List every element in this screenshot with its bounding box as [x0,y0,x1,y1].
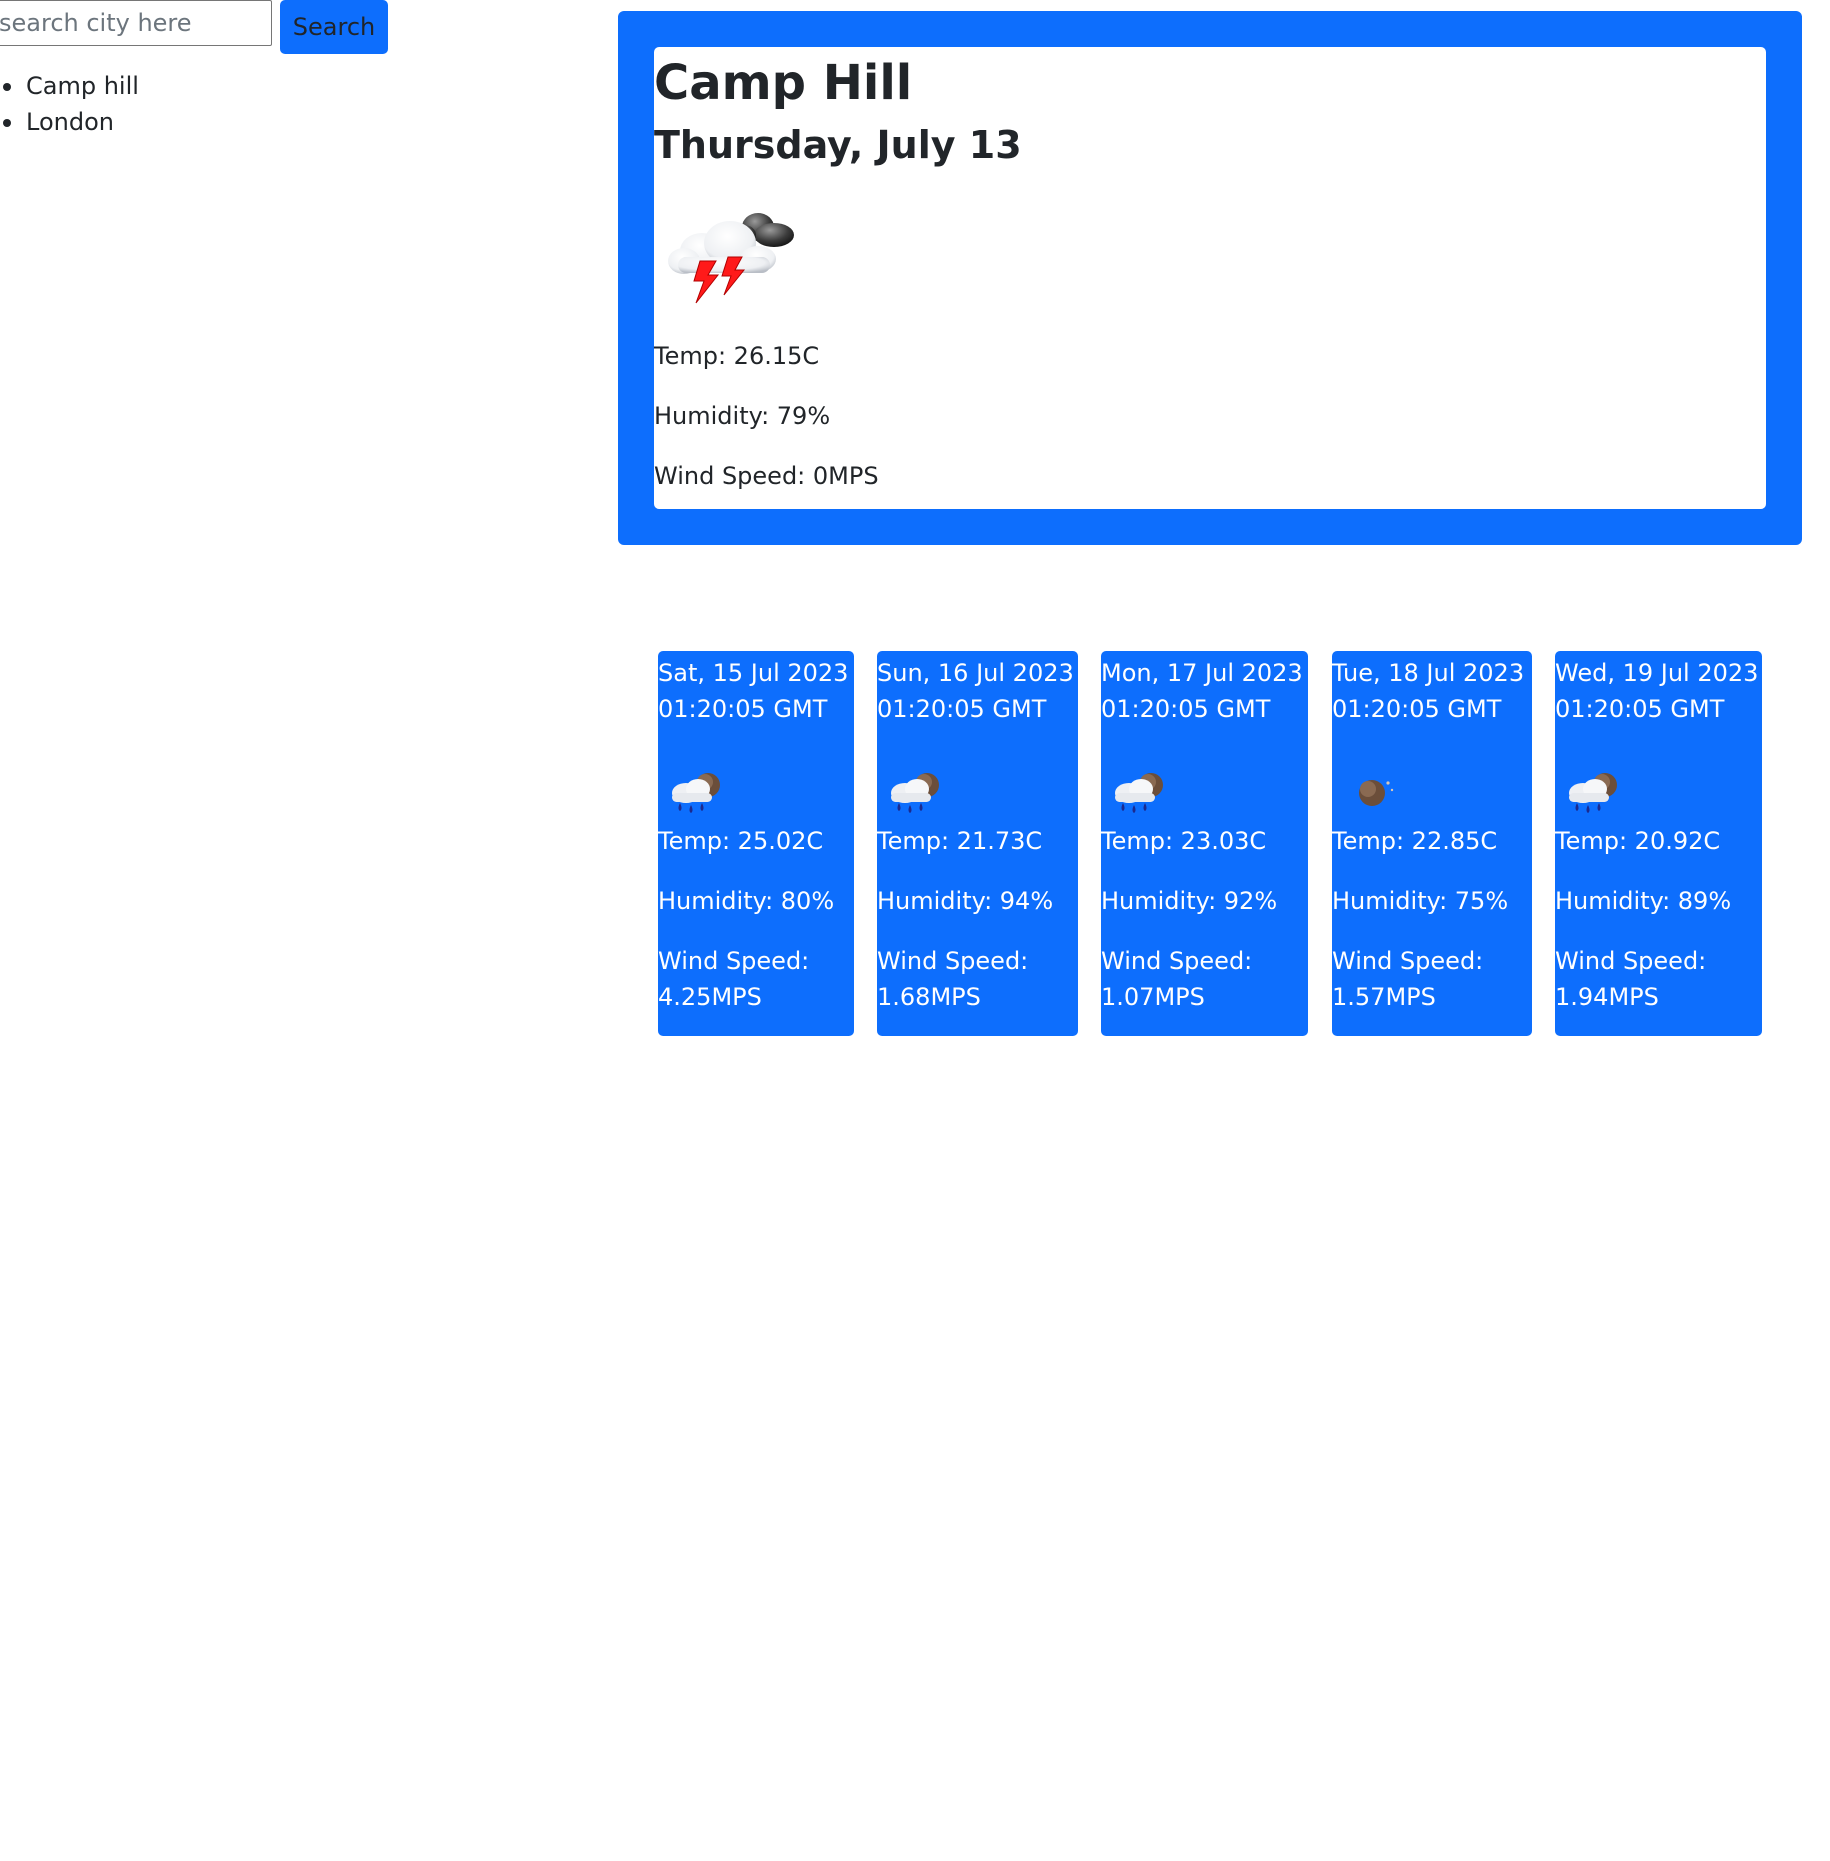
rain-cloud-icon [672,773,720,813]
forecast-card: Sat, 15 Jul 2023 01:20:05 GMT Temp: 25.0… [658,651,854,1036]
current-weather-body: Camp Hill Thursday, July 13 Temp: 26.15C… [654,47,1766,509]
forecast-date: Sat, 15 Jul 2023 [658,659,849,687]
forecast-time: 01:20:05 GMT [658,695,828,723]
forecast-card: Tue, 18 Jul 2023 01:20:05 GMT Temp: 22.8… [1332,651,1532,1036]
moon-icon [1359,780,1394,806]
forecast-temp: Temp: 21.73C [877,827,1043,855]
current-weather-card: Camp Hill Thursday, July 13 Temp: 26.15C… [618,11,1802,545]
forecast-wind-label: Wind Speed: [877,947,1029,975]
search-history-list: Camp hill London [0,68,139,140]
rain-cloud-icon [1569,773,1617,813]
forecast-temp: Temp: 20.92C [1555,827,1721,855]
current-humidity: Humidity: 79% [654,402,831,430]
forecast-wind-label: Wind Speed: [658,947,810,975]
forecast-wind-value: 1.57MPS [1332,983,1436,1011]
city-name: Camp Hill [654,55,913,111]
forecast-time: 01:20:05 GMT [1555,695,1725,723]
forecast-card: Wed, 19 Jul 2023 01:20:05 GMT Temp: 20.9… [1555,651,1762,1036]
forecast-humidity: Humidity: 89% [1555,887,1732,915]
forecast-temp: Temp: 23.03C [1101,827,1267,855]
forecast-humidity: Humidity: 92% [1101,887,1278,915]
rain-cloud-icon [891,773,939,813]
forecast-date: Mon, 17 Jul 2023 [1101,659,1303,687]
search-button[interactable]: Search [280,0,388,54]
forecast-card: Mon, 17 Jul 2023 01:20:05 GMT Temp: 23.0… [1101,651,1308,1036]
forecast-time: 01:20:05 GMT [1332,695,1502,723]
current-temp: Temp: 26.15C [654,342,820,370]
forecast-card: Sun, 16 Jul 2023 01:20:05 GMT Temp: 21.7… [877,651,1078,1036]
forecast-time: 01:20:05 GMT [1101,695,1271,723]
forecast-wind-label: Wind Speed: [1332,947,1484,975]
forecast-wind-value: 4.25MPS [658,983,762,1011]
forecast-wind-value: 1.07MPS [1101,983,1205,1011]
forecast-humidity: Humidity: 94% [877,887,1054,915]
forecast-date: Tue, 18 Jul 2023 [1332,659,1525,687]
forecast-date: Wed, 19 Jul 2023 [1555,659,1759,687]
forecast-temp: Temp: 22.85C [1332,827,1498,855]
forecast-wind-value: 1.68MPS [877,983,981,1011]
forecast-date: Sun, 16 Jul 2023 [877,659,1074,687]
history-item-london[interactable]: London [3,104,139,140]
forecast-humidity: Humidity: 75% [1332,887,1509,915]
forecast-wind-value: 1.94MPS [1555,983,1659,1011]
forecast-time: 01:20:05 GMT [877,695,1047,723]
rain-cloud-icon [1115,773,1163,813]
search-input[interactable] [0,0,272,46]
history-item-camp-hill[interactable]: Camp hill [3,68,139,104]
forecast-humidity: Humidity: 80% [658,887,835,915]
current-wind-speed: Wind Speed: 0MPS [654,462,879,490]
thunderstorm-icon [668,213,794,304]
forecast-wind-label: Wind Speed: [1555,947,1707,975]
forecast-temp: Temp: 25.02C [658,827,824,855]
current-date: Thursday, July 13 [654,123,1022,167]
forecast-wind-label: Wind Speed: [1101,947,1253,975]
